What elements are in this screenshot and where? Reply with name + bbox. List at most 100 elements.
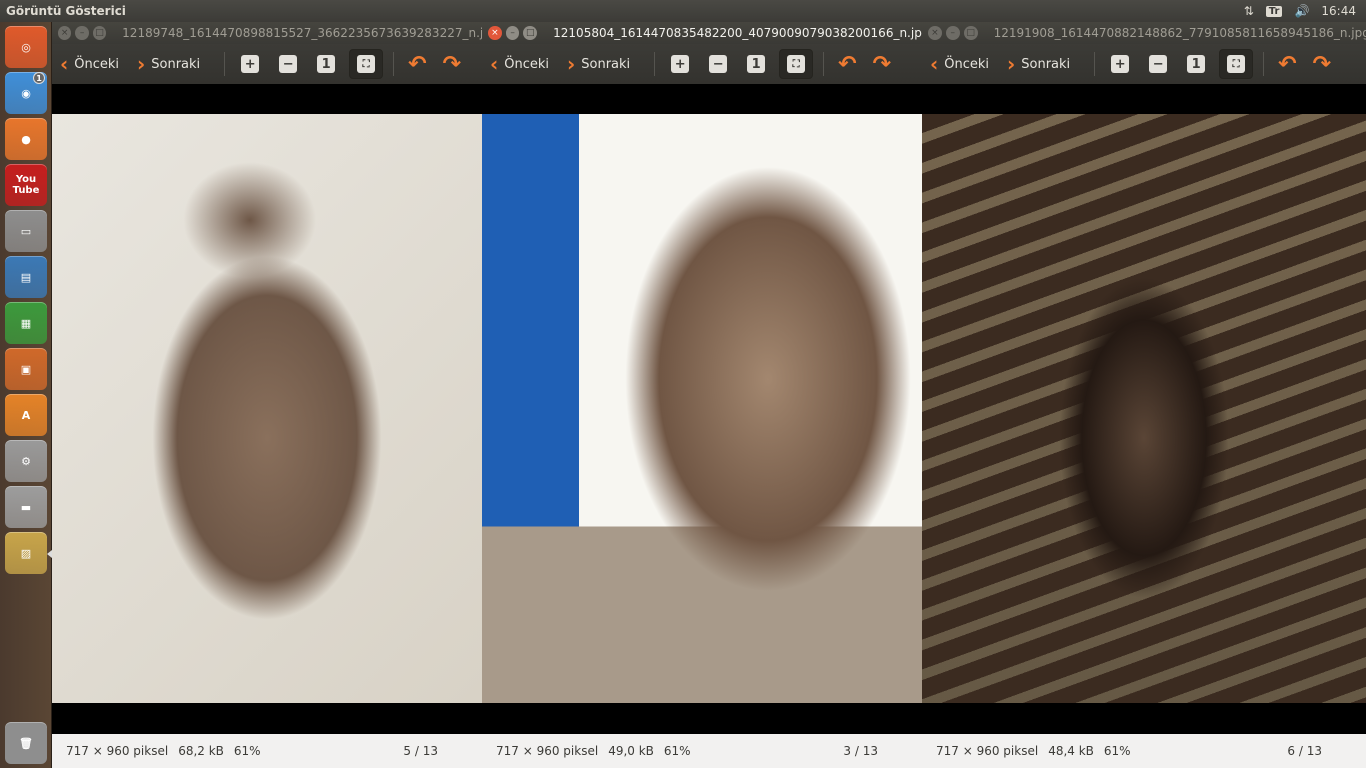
image-viewer-window: × – □ 12189748_1614470898815527_36622356… (52, 22, 482, 768)
clock[interactable]: 16:44 (1321, 4, 1356, 18)
panel-indicators: ⇅ Tr 🔊 16:44 (1244, 4, 1366, 18)
cabinet-icon: ▬ (20, 500, 32, 514)
ubuntu-logo-icon: ◎ (21, 40, 31, 54)
toolbar-separator (1094, 52, 1096, 76)
launcher-dash-home[interactable]: ◎ (5, 26, 47, 68)
rotate-right-button[interactable]: ↷ (873, 52, 891, 77)
rotate-right-button[interactable]: ↷ (1313, 52, 1331, 77)
image-filesize: 49,0 kB (608, 744, 654, 758)
toolbar-separator (224, 52, 226, 76)
best-fit-button[interactable]: ⛶ (1219, 49, 1254, 79)
launcher-image-viewer[interactable]: ▨ (5, 532, 47, 574)
image-position: 6 / 13 (1287, 744, 1322, 758)
normal-size-button[interactable]: 1 (317, 55, 336, 73)
toolbar-separator (1263, 52, 1265, 76)
launcher-chromium[interactable]: ◉ 1 (5, 72, 47, 114)
image-filesize: 48,4 kB (1048, 744, 1094, 758)
maximize-icon[interactable]: □ (92, 26, 107, 40)
fit-icon: ⛶ (357, 55, 376, 73)
normal-size-button[interactable]: 1 (1187, 55, 1206, 73)
shopping-bag-icon: A (21, 408, 31, 422)
previous-button[interactable]: ‹ Önceki (930, 54, 989, 74)
image-stage (922, 84, 1366, 734)
photo-dog-floor (922, 114, 1366, 703)
launcher-firefox[interactable]: ● (5, 118, 47, 160)
photo-dog-lying (52, 114, 482, 703)
image-dimensions: 717 × 960 piksel (66, 744, 169, 758)
zoom-in-button[interactable]: + (241, 55, 260, 73)
window-titlebar[interactable]: × – □ 12105804_1614470835482200_40790090… (482, 22, 922, 44)
drive-icon: ▭ (20, 224, 32, 238)
image-viewer-icon: ▨ (20, 546, 32, 560)
toolbar-separator (654, 52, 656, 76)
notification-badge: 1 (33, 72, 45, 84)
best-fit-button[interactable]: ⛶ (349, 49, 384, 79)
next-button[interactable]: › Sonraki (567, 54, 630, 74)
rotate-left-button[interactable]: ↶ (408, 52, 426, 77)
settings-icon: ⚙ (21, 454, 31, 468)
image-stage (482, 84, 922, 734)
image-viewer-window: × – □ 12105804_1614470835482200_40790090… (482, 22, 922, 768)
window-titlebar[interactable]: × – □ 12191908_1614470882148862_77910858… (922, 22, 1366, 44)
launcher-impress[interactable]: ▣ (5, 348, 47, 390)
next-button[interactable]: › Sonraki (137, 54, 200, 74)
close-icon[interactable]: × (928, 26, 942, 40)
launcher-system-settings[interactable]: ⚙ (5, 440, 47, 482)
previous-button[interactable]: ‹ Önceki (60, 54, 119, 74)
network-updown-icon[interactable]: ⇅ (1244, 4, 1254, 18)
toolbar: ‹ Önceki › Sonraki + − 1 ⛶ ↶ ↷ (52, 44, 482, 84)
launcher-writer[interactable]: ▤ (5, 256, 47, 298)
keyboard-indicator[interactable]: Tr (1265, 5, 1283, 17)
chevron-right-icon: › (137, 52, 146, 76)
chevron-right-icon: › (567, 52, 576, 76)
launcher: ◎ ◉ 1 ● You Tube ▭ ▤ ▦ ▣ A ⚙ ▬ ▨ 🗑 (0, 22, 52, 768)
image-zoom: 61% (663, 744, 691, 758)
statusbar: 717 × 960 piksel 49,0 kB 61% 3 / 13 (482, 734, 922, 768)
volume-icon[interactable]: 🔊 (1294, 4, 1309, 18)
normal-size-button[interactable]: 1 (747, 55, 766, 73)
launcher-software-center[interactable]: A (5, 394, 47, 436)
launcher-calc[interactable]: ▦ (5, 302, 47, 344)
next-button[interactable]: › Sonraki (1007, 54, 1070, 74)
top-panel: Görüntü Gösterici ⇅ Tr 🔊 16:44 (0, 0, 1366, 22)
image-position: 3 / 13 (843, 744, 878, 758)
launcher-youtube[interactable]: You Tube (5, 164, 47, 206)
image-dimensions: 717 × 960 piksel (496, 744, 599, 758)
trash-icon: 🗑 (19, 736, 33, 750)
image-filesize: 68,2 kB (178, 744, 224, 758)
maximize-icon[interactable]: □ (523, 26, 538, 40)
minimize-icon[interactable]: – (945, 26, 960, 40)
best-fit-button[interactable]: ⛶ (779, 49, 814, 79)
image-zoom: 61% (233, 744, 261, 758)
maximize-icon[interactable]: □ (963, 26, 978, 40)
close-icon[interactable]: × (58, 26, 72, 40)
toolbar: ‹ Önceki › Sonraki + − 1 ⛶ ↶ ↷ (922, 44, 1366, 84)
youtube-icon: You Tube (12, 174, 40, 196)
toolbar: ‹ Önceki › Sonraki + − 1 ⛶ ↶ ↷ (482, 44, 922, 84)
image-stage (52, 84, 482, 734)
image-position: 5 / 13 (403, 744, 438, 758)
chrome-icon: ◉ (21, 86, 31, 100)
zoom-out-button[interactable]: − (1149, 55, 1168, 73)
minimize-icon[interactable]: – (505, 26, 520, 40)
chevron-left-icon: ‹ (60, 52, 69, 76)
rotate-left-button[interactable]: ↶ (1278, 52, 1296, 77)
photo-dog-closeup (482, 114, 922, 703)
zoom-in-button[interactable]: + (1111, 55, 1130, 73)
launcher-trash[interactable]: 🗑 (5, 722, 47, 764)
rotate-left-button[interactable]: ↶ (838, 52, 856, 77)
rotate-right-button[interactable]: ↷ (443, 52, 461, 77)
zoom-in-button[interactable]: + (671, 55, 690, 73)
window-title: 12105804_1614470835482200_40790090790382… (553, 26, 922, 40)
previous-button[interactable]: ‹ Önceki (490, 54, 549, 74)
statusbar: 717 × 960 piksel 68,2 kB 61% 5 / 13 (52, 734, 482, 768)
close-icon[interactable]: × (488, 26, 502, 40)
chevron-left-icon: ‹ (930, 52, 939, 76)
app-title: Görüntü Gösterici (6, 4, 126, 18)
window-titlebar[interactable]: × – □ 12189748_1614470898815527_36622356… (52, 22, 482, 44)
launcher-archive[interactable]: ▬ (5, 486, 47, 528)
launcher-files[interactable]: ▭ (5, 210, 47, 252)
minimize-icon[interactable]: – (75, 26, 89, 40)
zoom-out-button[interactable]: − (709, 55, 728, 73)
zoom-out-button[interactable]: − (279, 55, 298, 73)
